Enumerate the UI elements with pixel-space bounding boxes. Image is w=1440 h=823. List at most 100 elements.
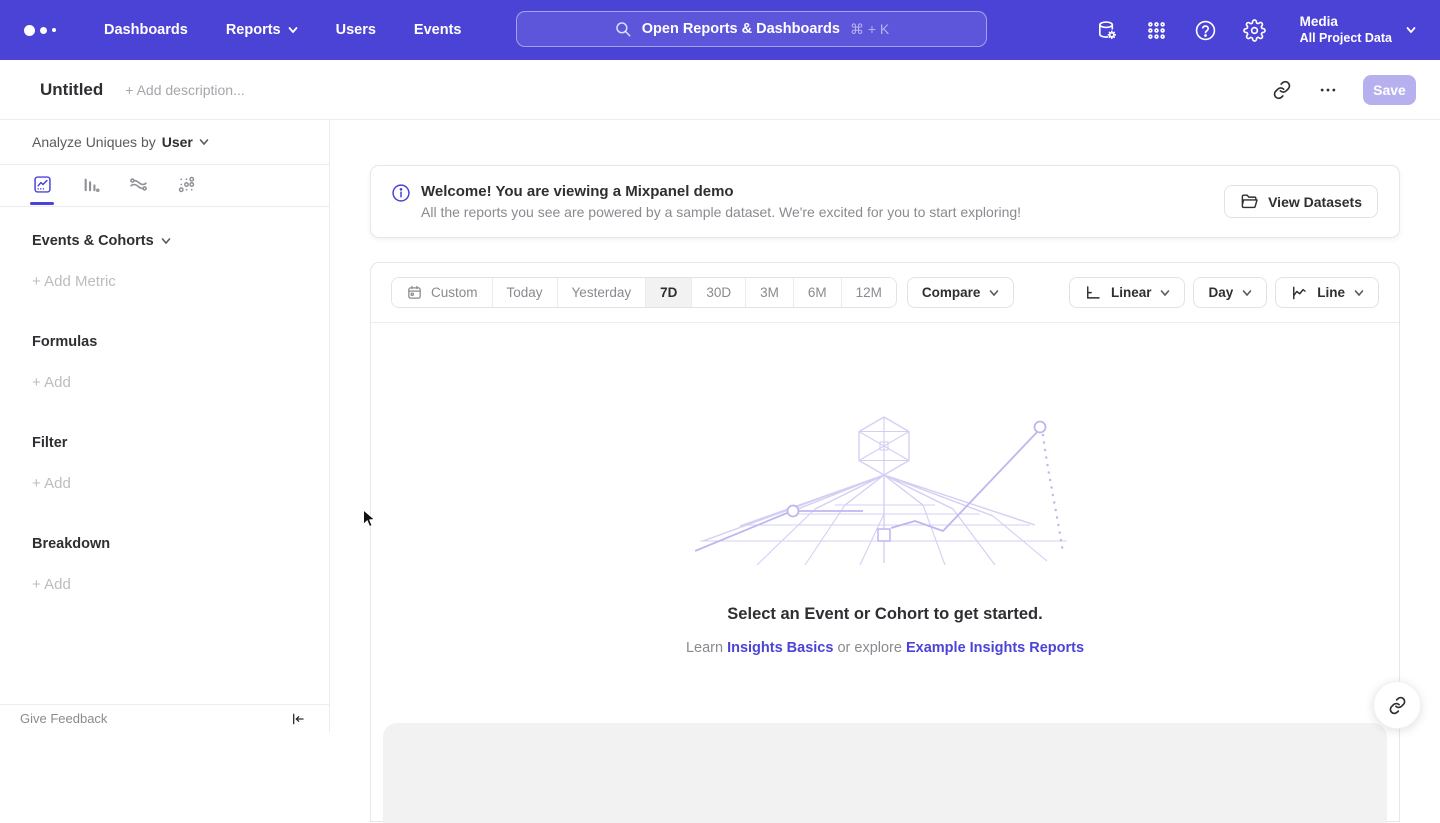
report-header: Untitled + Add description... Save (0, 60, 1440, 120)
sidebar-sections: Events & Cohorts + Add Metric Formulas +… (0, 207, 329, 593)
range-label: 12M (856, 285, 882, 300)
mixpanel-logo-icon[interactable] (24, 25, 78, 36)
view-datasets-button[interactable]: View Datasets (1224, 185, 1378, 218)
floating-link-button[interactable] (1373, 681, 1421, 729)
view-datasets-label: View Datasets (1268, 194, 1362, 210)
empty-state-links: Learn Insights Basics or explore Example… (686, 640, 1084, 656)
scale-label: Linear (1111, 285, 1152, 300)
middle-text: or explore (837, 640, 901, 656)
collapse-sidebar-icon[interactable] (289, 711, 305, 727)
top-nav: Dashboards Reports Users Events Open Rep… (0, 0, 1440, 60)
project-name: Media (1300, 14, 1392, 31)
chart-type-selector[interactable]: Line (1275, 277, 1379, 308)
tab-insights[interactable] (30, 165, 54, 205)
empty-state: Select an Event or Cohort to get started… (371, 413, 1399, 656)
chevron-down-icon (1406, 25, 1416, 35)
chart-controls: Custom Today Yesterday 7D 30D 3M 6M 12M … (371, 263, 1399, 323)
range-30d[interactable]: 30D (692, 278, 746, 307)
add-metric-button[interactable]: + Add Metric (32, 273, 297, 290)
range-12m[interactable]: 12M (842, 278, 896, 307)
main-content: Welcome! You are viewing a Mixpanel demo… (330, 120, 1440, 732)
range-3m[interactable]: 3M (746, 278, 794, 307)
range-yesterday[interactable]: Yesterday (558, 278, 647, 307)
chevron-down-icon (161, 236, 171, 246)
chart-display-controls: Linear Day Line (1069, 277, 1379, 308)
search-shortcut: ⌘ + K (850, 21, 889, 38)
info-icon (391, 183, 411, 203)
apps-grid-icon[interactable] (1145, 18, 1169, 42)
more-options-icon[interactable] (1317, 79, 1339, 101)
range-today[interactable]: Today (493, 278, 558, 307)
global-search[interactable]: Open Reports & Dashboards ⌘ + K (516, 11, 987, 47)
gear-icon[interactable] (1243, 18, 1267, 42)
range-label: Today (507, 285, 543, 300)
linear-axes-icon (1084, 284, 1102, 302)
section-title: Events & Cohorts (32, 233, 154, 249)
flows-icon (128, 174, 149, 195)
report-actions: Save (1271, 75, 1416, 105)
banner-subtitle: All the reports you see are powered by a… (421, 204, 1021, 220)
chevron-down-icon (1354, 288, 1364, 298)
bar-chart-icon (80, 174, 101, 195)
chart-type-tabs (0, 165, 329, 207)
add-filter-button[interactable]: + Add (32, 475, 297, 492)
add-formula-button[interactable]: + Add (32, 374, 297, 391)
range-7d[interactable]: 7D (646, 278, 692, 307)
help-icon[interactable] (1194, 18, 1218, 42)
copy-link-icon[interactable] (1271, 79, 1293, 101)
nav-item-label: Dashboards (104, 22, 188, 38)
tab-bar-chart[interactable] (78, 165, 102, 205)
data-management-icon[interactable] (1096, 18, 1120, 42)
retention-grid-icon (176, 174, 197, 195)
save-button[interactable]: Save (1363, 75, 1416, 105)
insights-basics-link[interactable]: Insights Basics (727, 640, 833, 656)
chevron-down-icon (1242, 288, 1252, 298)
section-title: Formulas (32, 334, 97, 350)
scale-selector[interactable]: Linear (1069, 277, 1186, 308)
nav-item-label: Reports (226, 22, 281, 38)
compare-label: Compare (922, 285, 981, 300)
interval-selector[interactable]: Day (1193, 277, 1267, 308)
tab-flows[interactable] (126, 165, 150, 205)
welcome-banner: Welcome! You are viewing a Mixpanel demo… (370, 165, 1400, 238)
project-switcher[interactable]: Media All Project Data (1300, 14, 1416, 47)
nav-item-label: Users (336, 22, 376, 38)
mixpanel-app: Dashboards Reports Users Events Open Rep… (0, 0, 1440, 732)
range-label: 30D (706, 285, 731, 300)
section-filter: Filter + Add (32, 435, 297, 492)
example-insights-reports-link[interactable]: Example Insights Reports (906, 640, 1084, 656)
analyze-by-row: Analyze Uniques by User (0, 120, 329, 165)
link-icon (1388, 696, 1407, 715)
line-chart-icon (1290, 284, 1308, 302)
learn-prefix-text: Learn (686, 640, 723, 656)
analyze-by-value: User (162, 134, 193, 150)
give-feedback-link[interactable]: Give Feedback (20, 711, 107, 726)
nav-item-users[interactable]: Users (336, 22, 376, 38)
range-label: Custom (431, 285, 478, 300)
range-custom[interactable]: Custom (392, 278, 493, 307)
events-cohorts-header[interactable]: Events & Cohorts (32, 233, 297, 249)
calendar-icon (406, 284, 423, 301)
analyze-by-label: Analyze Uniques by (32, 134, 156, 150)
range-label: 7D (660, 285, 677, 300)
nav-item-dashboards[interactable]: Dashboards (104, 22, 188, 38)
range-label: Yesterday (572, 285, 632, 300)
date-range-selector: Custom Today Yesterday 7D 30D 3M 6M 12M (391, 277, 897, 308)
analyze-by-dropdown[interactable]: User (162, 134, 209, 150)
tab-retention[interactable] (174, 165, 198, 205)
add-description-field[interactable]: + Add description... (125, 82, 244, 98)
chart-type-label: Line (1317, 285, 1345, 300)
primary-nav: Dashboards Reports Users Events (104, 22, 461, 38)
empty-state-title: Select an Event or Cohort to get started… (727, 605, 1042, 624)
nav-item-label: Events (414, 22, 462, 38)
compare-button[interactable]: Compare (907, 277, 1015, 308)
range-label: 6M (808, 285, 827, 300)
insights-chart-icon (32, 174, 53, 195)
section-breakdown: Breakdown + Add (32, 536, 297, 593)
report-title[interactable]: Untitled (40, 80, 103, 100)
add-breakdown-button[interactable]: + Add (32, 576, 297, 593)
breakdown-table-panel (383, 723, 1387, 823)
range-6m[interactable]: 6M (794, 278, 842, 307)
nav-item-events[interactable]: Events (414, 22, 462, 38)
nav-item-reports[interactable]: Reports (226, 22, 298, 38)
